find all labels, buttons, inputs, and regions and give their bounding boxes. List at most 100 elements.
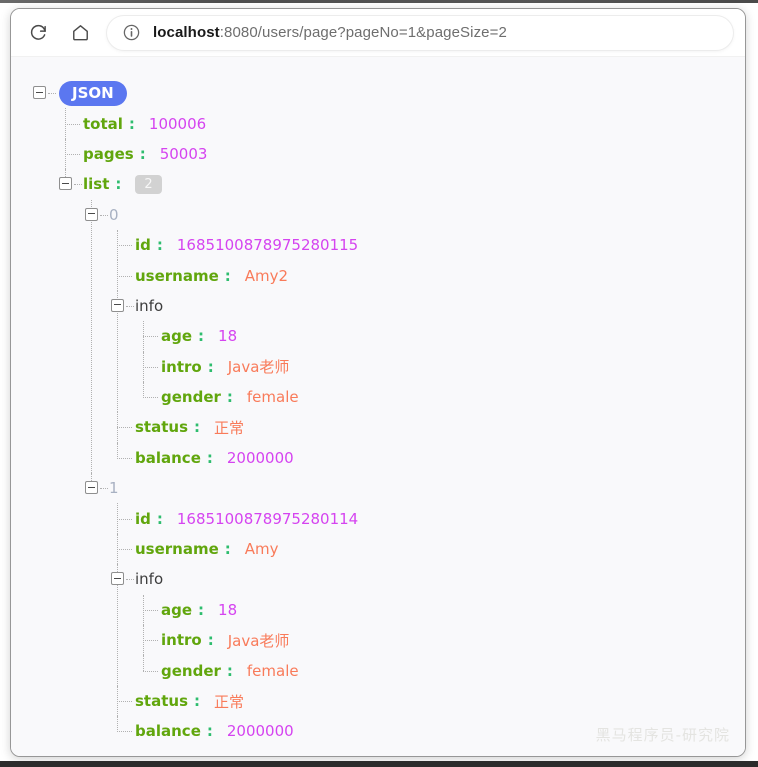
colon: : xyxy=(115,175,121,193)
tree-row: username: Amy xyxy=(109,534,745,564)
reload-icon xyxy=(29,24,47,42)
json-key: balance xyxy=(135,722,201,740)
tree-row: pages:50003 xyxy=(57,139,745,169)
tree-children: total:100006pages:50003list:20id:1685100… xyxy=(57,108,745,746)
json-key: list xyxy=(83,175,109,193)
colon: : xyxy=(198,327,204,345)
json-key: info xyxy=(135,297,163,315)
url-text: localhost:8080/users/page?pageNo=1&pageS… xyxy=(153,24,507,41)
json-key: 1 xyxy=(109,479,119,497)
tree-children: age:18intro:Java老师gender:female xyxy=(135,595,745,686)
colon: : xyxy=(225,540,231,558)
json-value: 18 xyxy=(218,601,237,619)
tree-leaf-connector xyxy=(109,260,135,290)
tree-row: gender:female xyxy=(135,655,745,685)
json-key: gender xyxy=(161,662,221,680)
tree-node-status: status:正常 xyxy=(109,412,745,442)
tree-leaf-connector xyxy=(135,382,161,412)
collapse-toggle[interactable] xyxy=(111,572,124,585)
json-key: id xyxy=(135,510,151,528)
screen: localhost:8080/users/page?pageNo=1&pageS… xyxy=(0,0,758,767)
tree-node-gender: gender:female xyxy=(135,655,745,685)
tree-node-info: infoage:18intro:Java老师gender:female xyxy=(109,564,745,686)
json-value: Java老师 xyxy=(228,630,290,651)
tree-node-intro: intro: Java老师 xyxy=(135,625,745,655)
collapse-toggle[interactable] xyxy=(59,177,72,190)
collapse-toggle[interactable] xyxy=(85,481,98,494)
tree-node-id: id:1685100878975280114 xyxy=(109,503,745,533)
tree-node-1: 1id:1685100878975280114username:Amyinfoa… xyxy=(83,473,745,747)
json-value: Amy2 xyxy=(245,267,288,285)
colon: : xyxy=(208,631,214,649)
tree-row: JSON xyxy=(31,78,745,108)
browser-window: localhost:8080/users/page?pageNo=1&pageS… xyxy=(10,8,746,757)
json-key: gender xyxy=(161,388,221,406)
json-key: 0 xyxy=(109,206,119,224)
tree-row: intro: Java老师 xyxy=(135,625,745,655)
colon: : xyxy=(227,662,233,680)
colon: : xyxy=(157,236,163,254)
info-icon[interactable] xyxy=(123,24,140,41)
tree-children: id:1685100878975280114username:Amyinfoag… xyxy=(109,503,745,746)
tree-leaf-connector xyxy=(109,534,135,564)
bottom-edge-strip xyxy=(0,761,758,767)
json-value: 2000000 xyxy=(227,449,294,467)
json-value: 正常 xyxy=(214,691,244,712)
tree-node-pages: pages:50003 xyxy=(57,139,745,169)
json-value: 正常 xyxy=(214,417,244,438)
tree-branch xyxy=(83,200,109,230)
json-key: age xyxy=(161,601,192,619)
tree-node-intro: intro:Java老师 xyxy=(135,352,745,382)
tree-node-balance: balance:2000000 xyxy=(109,443,745,473)
reload-button[interactable] xyxy=(21,16,55,50)
home-icon xyxy=(71,23,90,42)
tree-leaf-connector xyxy=(109,716,135,746)
collapse-toggle[interactable] xyxy=(111,299,124,312)
tree-row: gender:female xyxy=(135,382,745,412)
browser-toolbar: localhost:8080/users/page?pageNo=1&pageS… xyxy=(11,9,745,57)
json-key: status xyxy=(135,692,188,710)
tree-children: id:1685100878975280115username:Amy2infoa… xyxy=(109,230,745,473)
collapse-toggle[interactable] xyxy=(85,208,98,221)
collapse-toggle[interactable] xyxy=(33,86,46,99)
colon: : xyxy=(194,692,200,710)
tree-leaf-connector xyxy=(109,443,135,473)
tree-node-age: age:18 xyxy=(135,321,745,351)
tree-branch xyxy=(109,564,135,594)
tree-leaf-connector xyxy=(135,321,161,351)
tree-row: status: 正常 xyxy=(109,686,745,716)
json-value: Java老师 xyxy=(228,356,290,377)
json-value: 100006 xyxy=(149,115,206,133)
tree-leaf-connector xyxy=(135,595,161,625)
tree-row: status:正常 xyxy=(109,412,745,442)
json-key: intro xyxy=(161,631,202,649)
json-key: pages xyxy=(83,145,134,163)
tree-children: 0 id:1685100878975280115 username: Amy2 info… xyxy=(83,200,745,747)
tree-node-0: 0id:1685100878975280115username:Amy2info… xyxy=(83,200,745,474)
tree-node-JSON: JSONtotal:100006pages:50003list:20id:168… xyxy=(31,78,745,747)
json-key: age xyxy=(161,327,192,345)
json-value: 1685100878975280114 xyxy=(177,510,358,528)
tree-branch xyxy=(31,78,57,108)
tree-node-gender: gender:female xyxy=(135,382,745,412)
tree-leaf-connector xyxy=(57,108,83,138)
tree-leaf-connector xyxy=(135,352,161,382)
json-root-pill: JSON xyxy=(59,81,127,106)
colon: : xyxy=(140,145,146,163)
json-value: Amy xyxy=(245,540,279,558)
json-key: username xyxy=(135,540,219,558)
tree-branch xyxy=(83,473,109,503)
tree-row: balance:2000000 xyxy=(109,443,745,473)
colon: : xyxy=(198,601,204,619)
tree-node-total: total:100006 xyxy=(57,108,745,138)
tree-node-list: list:20id:1685100878975280115username:Am… xyxy=(57,169,745,746)
watermark: 黑马程序员-研究院 xyxy=(596,724,730,745)
tree-row: id:1685100878975280114 xyxy=(109,503,745,533)
tree-node-id: id:1685100878975280115 xyxy=(109,230,745,260)
tree-branch xyxy=(109,291,135,321)
json-key: balance xyxy=(135,449,201,467)
home-button[interactable] xyxy=(63,16,97,50)
address-bar[interactable]: localhost:8080/users/page?pageNo=1&pageS… xyxy=(107,16,733,50)
json-value: 50003 xyxy=(160,145,208,163)
json-key: status xyxy=(135,418,188,436)
